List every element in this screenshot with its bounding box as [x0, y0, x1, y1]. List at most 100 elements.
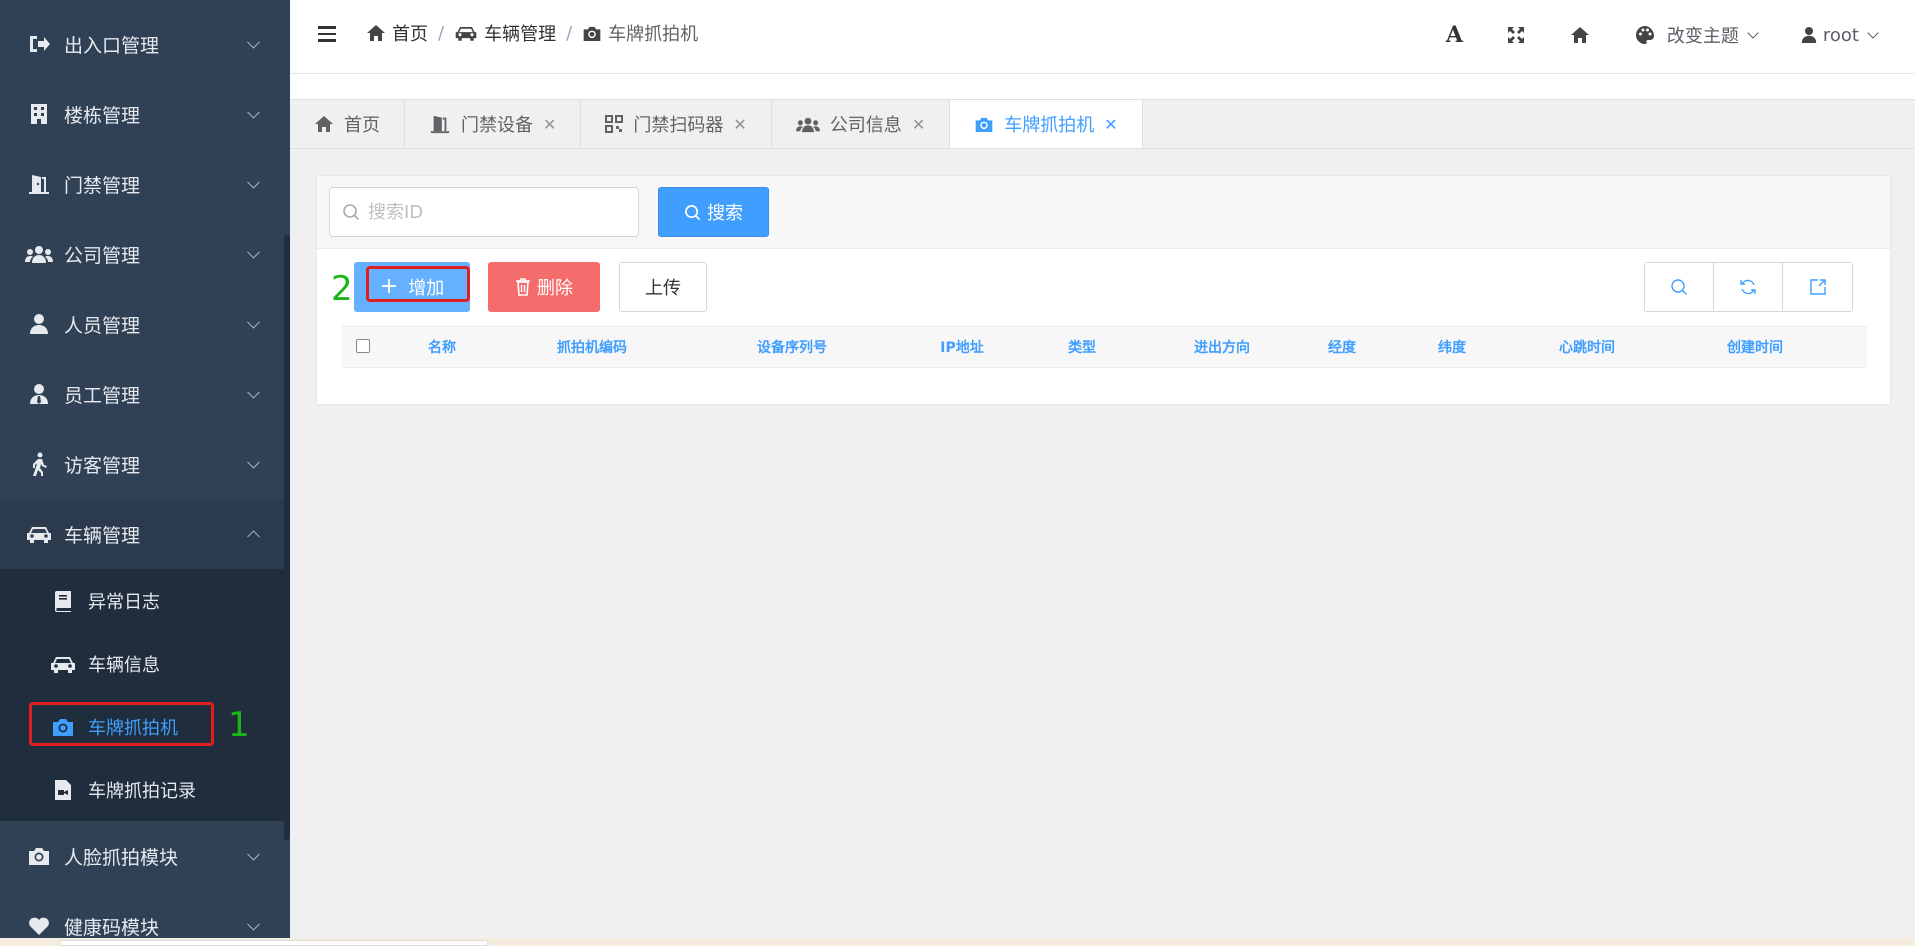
door-icon — [24, 172, 54, 196]
sidebar-item-face-capture[interactable]: 人脸抓拍模块 — [0, 821, 290, 891]
delete-button[interactable]: 删除 — [488, 262, 600, 312]
column-header[interactable]: 心跳时间 — [1527, 327, 1647, 367]
breadcrumb-item[interactable]: 首页 — [392, 20, 428, 46]
chevron-down-icon — [1867, 27, 1879, 39]
upload-button[interactable]: 上传 — [619, 262, 707, 312]
header-tools: A 改变主题 root — [1424, 0, 1915, 70]
bottom-strip — [0, 938, 1915, 946]
qrcode-icon — [605, 115, 624, 133]
tab-company-info[interactable]: 公司信息 ✕ — [772, 100, 951, 148]
sidebar-item-visitor[interactable]: 访客管理 — [0, 429, 290, 499]
table-header: 名称 抓拍机编码 设备序列号 IP地址 类型 进出方向 经度 纬度 心跳时间 创… — [342, 326, 1867, 368]
trash-icon — [515, 278, 531, 296]
sidebar-subitem-error-log[interactable]: 异常日志 — [0, 569, 290, 632]
car-icon — [454, 24, 478, 42]
select-all-checkbox[interactable] — [356, 339, 370, 353]
column-header[interactable]: 设备序列号 — [722, 327, 862, 367]
close-icon[interactable]: ✕ — [733, 115, 746, 134]
sidebar-item-entrance[interactable]: 出入口管理 — [0, 9, 290, 79]
tab-home[interactable]: 首页 — [290, 100, 405, 148]
user-icon — [24, 312, 54, 336]
menu-toggle-icon[interactable] — [318, 26, 336, 42]
tab-access-device[interactable]: 门禁设备 ✕ — [405, 100, 582, 148]
search-button[interactable]: 搜索 — [658, 187, 769, 237]
vehicle-submenu: 异常日志 车辆信息 车牌抓拍机 车牌抓拍记录 — [0, 569, 290, 821]
breadcrumb-separator: / — [438, 22, 445, 44]
sidebar: 出入口管理 楼栋管理 门禁管理 公司管理 人员管理 员工管理 访客管理 车辆管理… — [0, 0, 290, 946]
close-icon[interactable]: ✕ — [912, 115, 925, 134]
chevron-down-icon — [247, 105, 260, 119]
fullscreen-icon[interactable] — [1507, 26, 1525, 44]
refresh-button[interactable] — [1714, 263, 1783, 311]
breadcrumb-current: 车牌抓拍机 — [608, 24, 699, 45]
chevron-down-icon — [1747, 27, 1759, 39]
chevron-down-icon — [247, 175, 260, 189]
sidebar-subitem-label: 车辆信息 — [88, 654, 160, 676]
annotation-step-number: 2 — [331, 269, 353, 309]
column-header[interactable]: 经度 — [1302, 327, 1382, 367]
sidebar-item-label: 出入口管理 — [64, 34, 160, 57]
theme-dropdown[interactable]: 改变主题 — [1635, 22, 1759, 48]
delete-button-label: 删除 — [537, 278, 573, 299]
tab-label: 门禁设备 — [461, 115, 533, 136]
chevron-up-icon — [247, 530, 260, 544]
home-icon[interactable] — [1569, 26, 1591, 44]
annotation-step-number: 1 — [228, 705, 250, 745]
tab-label: 车牌抓拍机 — [1004, 115, 1095, 136]
close-icon[interactable]: ✕ — [1104, 115, 1117, 134]
sidebar-subitem-label: 异常日志 — [88, 591, 160, 613]
sidebar-subitem-label: 车牌抓拍记录 — [88, 780, 196, 802]
breadcrumb-item[interactable]: 车辆管理 — [484, 20, 556, 46]
user-label: root — [1822, 24, 1859, 46]
column-header[interactable]: 类型 — [1042, 327, 1122, 367]
tab-access-scanner[interactable]: 门禁扫码器 ✕ — [581, 100, 772, 148]
chevron-down-icon — [247, 245, 260, 259]
chevron-down-icon — [247, 35, 260, 49]
column-header[interactable]: 进出方向 — [1162, 327, 1282, 367]
toggle-search-button[interactable] — [1645, 263, 1714, 311]
close-icon[interactable]: ✕ — [543, 115, 556, 134]
sidebar-item-personnel[interactable]: 人员管理 — [0, 289, 290, 359]
chevron-down-icon — [247, 455, 260, 469]
export-button[interactable] — [1783, 263, 1852, 311]
export-icon — [1809, 278, 1827, 296]
search-icon — [684, 204, 701, 221]
column-header[interactable]: 抓拍机编码 — [532, 327, 652, 367]
sidebar-item-vehicle[interactable]: 车辆管理 — [0, 499, 290, 569]
main-card: 搜索 + 增加 2 删除 上传 名称 抓拍机编码 设备序列号 IP地址 类型 进… — [316, 175, 1891, 405]
home-icon — [366, 24, 386, 42]
tab-plate-camera[interactable]: 车牌抓拍机 ✕ — [950, 100, 1143, 148]
camera-icon — [582, 25, 602, 42]
search-field[interactable] — [329, 187, 639, 237]
users-icon — [795, 116, 820, 133]
search-input[interactable] — [368, 201, 628, 223]
sidebar-item-label: 门禁管理 — [64, 174, 141, 197]
column-header[interactable]: 创建时间 — [1695, 327, 1815, 367]
search-bar: 搜索 — [317, 176, 1890, 249]
sidebar-subitem-plate-record[interactable]: 车牌抓拍记录 — [0, 758, 290, 821]
users-icon — [24, 242, 54, 266]
sidebar-item-staff[interactable]: 员工管理 — [0, 359, 290, 429]
annotation-highlight-box — [29, 702, 214, 746]
chevron-down-icon — [247, 917, 260, 931]
user-dropdown[interactable]: root — [1801, 24, 1879, 46]
user-icon — [1801, 26, 1817, 44]
column-header[interactable]: 名称 — [402, 327, 482, 367]
car-icon — [48, 652, 78, 676]
tab-label: 公司信息 — [829, 115, 902, 136]
column-header[interactable]: IP地址 — [912, 327, 1012, 367]
sidebar-item-building[interactable]: 楼栋管理 — [0, 79, 290, 149]
sidebar-item-company[interactable]: 公司管理 — [0, 219, 290, 289]
sidebar-item-label: 公司管理 — [64, 244, 141, 267]
camera-icon — [974, 116, 994, 133]
sidebar-item-access[interactable]: 门禁管理 — [0, 149, 290, 219]
annotation-highlight-box — [366, 266, 470, 302]
sidebar-item-label: 健康码模块 — [64, 916, 160, 939]
font-size-icon[interactable]: A — [1446, 22, 1463, 48]
sidebar-scrollbar[interactable] — [284, 235, 290, 840]
upload-button-label: 上传 — [645, 278, 681, 299]
column-header[interactable]: 纬度 — [1412, 327, 1492, 367]
refresh-icon — [1739, 278, 1757, 296]
search-icon — [342, 203, 360, 221]
sidebar-subitem-vehicle-info[interactable]: 车辆信息 — [0, 632, 290, 695]
